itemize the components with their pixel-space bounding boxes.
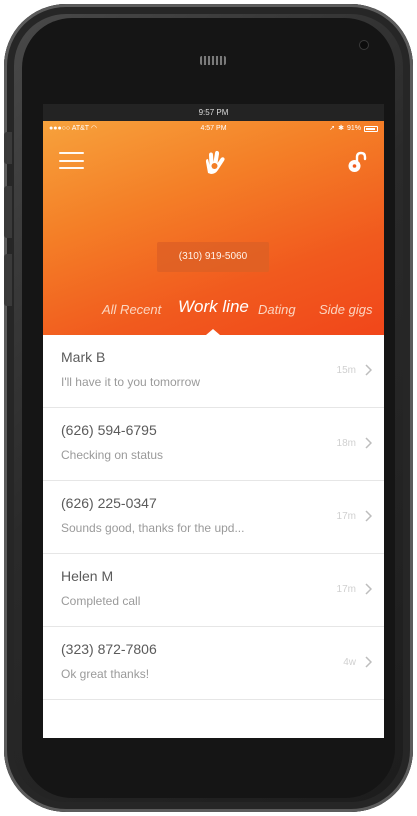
phone-number-badge[interactable]: (310) 919-5060 bbox=[157, 242, 269, 272]
hand-logo-icon bbox=[205, 150, 225, 174]
battery-percent: 91% bbox=[346, 125, 361, 132]
hamburger-menu-icon[interactable] bbox=[59, 152, 84, 169]
contact-name: Helen M bbox=[61, 568, 114, 584]
status-bar: ●●●○○ AT&T ◠ 4:57 PM ➚ ✱ 91% bbox=[43, 121, 384, 137]
line-tabs: All Recent Work line Dating Side gigs bbox=[43, 295, 384, 321]
chevron-right-icon bbox=[365, 364, 372, 376]
contact-name: (626) 594-6795 bbox=[61, 422, 157, 438]
message-preview: I'll have it to you tomorrow bbox=[61, 375, 201, 389]
chevron-right-icon bbox=[365, 583, 372, 595]
side-button-volume-down bbox=[4, 254, 12, 306]
message-age: 18m bbox=[336, 438, 356, 449]
conversation-row[interactable]: Helen M Completed call 17m bbox=[43, 554, 384, 627]
app-screen: 9:57 PM ●●●○○ AT&T ◠ 4:57 PM ➚ ✱ 91% (31… bbox=[43, 104, 384, 738]
conversation-row[interactable]: Mark B I'll have it to you tomorrow 15m bbox=[43, 335, 384, 408]
chevron-right-icon bbox=[365, 437, 372, 449]
padlock-open-icon[interactable] bbox=[347, 151, 367, 173]
message-preview: Checking on status bbox=[61, 448, 164, 462]
location-icon: ➚ bbox=[329, 125, 336, 132]
battery-icon bbox=[364, 126, 378, 132]
message-age: 17m bbox=[336, 511, 356, 522]
message-age: 4w bbox=[343, 657, 356, 668]
conversation-list: Mark B I'll have it to you tomorrow 15m … bbox=[43, 335, 384, 700]
tab-side-gigs[interactable]: Side gigs bbox=[319, 302, 372, 317]
conversation-row[interactable]: (323) 872-7806 Ok great thanks! 4w bbox=[43, 627, 384, 700]
top-caption: 9:57 PM bbox=[43, 104, 384, 121]
message-age: 17m bbox=[336, 584, 356, 595]
front-camera bbox=[360, 41, 368, 49]
message-preview: Ok great thanks! bbox=[61, 667, 150, 681]
status-right: ➚ ✱ 91% bbox=[329, 121, 378, 137]
side-button-volume-up bbox=[4, 186, 12, 238]
chevron-right-icon bbox=[365, 510, 372, 522]
conversation-row[interactable]: (626) 594-6795 Checking on status 18m bbox=[43, 408, 384, 481]
tab-work-line[interactable]: Work line bbox=[178, 297, 249, 317]
message-preview: Completed call bbox=[61, 594, 141, 608]
message-preview: Sounds good, thanks for the upd... bbox=[61, 521, 245, 535]
app-header: ●●●○○ AT&T ◠ 4:57 PM ➚ ✱ 91% (310) 919-5… bbox=[43, 121, 384, 335]
tab-dating[interactable]: Dating bbox=[258, 302, 296, 317]
contact-name: Mark B bbox=[61, 349, 106, 365]
chevron-right-icon bbox=[365, 656, 372, 668]
bluetooth-icon: ✱ bbox=[338, 125, 344, 132]
conversation-row[interactable]: (626) 225-0347 Sounds good, thanks for t… bbox=[43, 481, 384, 554]
message-age: 15m bbox=[336, 365, 356, 376]
tab-all-recent[interactable]: All Recent bbox=[102, 302, 161, 317]
contact-name: (626) 225-0347 bbox=[61, 495, 157, 511]
earpiece-speaker bbox=[200, 56, 226, 65]
contact-name: (323) 872-7806 bbox=[61, 641, 157, 657]
side-button-mute bbox=[4, 132, 12, 164]
